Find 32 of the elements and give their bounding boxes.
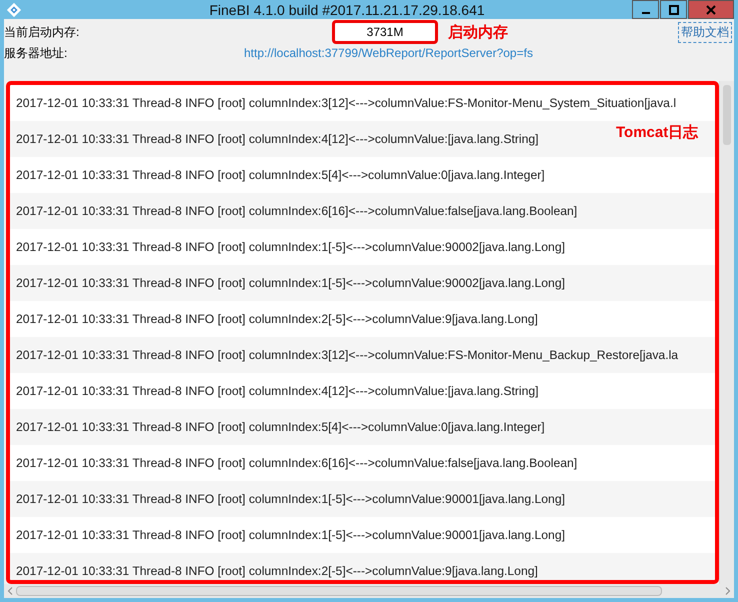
- log-line: 2017-12-01 10:33:31 Thread-8 INFO [root] columnIndex:3[12]<--->columnValue:FS-Monitor-Menu_System_Situation[java.l: [16, 96, 676, 110]
- annotation-label: 启动内存: [448, 22, 508, 42]
- vertical-scrollbar[interactable]: [719, 81, 734, 584]
- log-line: 2017-12-01 10:33:31 Thread-8 INFO [root] columnIndex:1[-5]<--->columnValue:90001[java.lang.Long]: [16, 528, 566, 542]
- window-title: FineBI 4.1.0 build #2017.11.21.17.29.18.641: [208, 2, 486, 18]
- log-line: 2017-12-01 10:33:31 Thread-8 INFO [root] columnIndex:1[-5]<--->columnValue:90002[java.lang.Long]: [16, 240, 566, 254]
- log-line: 2017-12-01 10:33:31 Thread-8 INFO [root] columnIndex:3[12]<--->columnValue:FS-Monitor-Menu_Backup_Restore[java.la: [16, 348, 678, 362]
- close-button[interactable]: [688, 0, 734, 19]
- server-label: 服务器地址:: [4, 44, 68, 62]
- log-line: 2017-12-01 10:33:31 Thread-8 INFO [root] columnIndex:6[16]<--->columnValue:false[java.lang.Boolean]: [16, 456, 578, 470]
- maximize-icon: [668, 4, 678, 14]
- log-line: 2017-12-01 10:33:31 Thread-8 INFO [root] columnIndex:6[16]<--->columnValue:false[java.lang.Boolean]: [16, 204, 578, 218]
- log-line: 2017-12-01 10:33:31 Thread-8 INFO [root] columnIndex:4[12]<--->columnValue:[java.lang.String]: [16, 132, 539, 146]
- close-icon: [706, 4, 716, 14]
- log-line: 2017-12-01 10:33:31 Thread-8 INFO [root] columnIndex:4[12]<--->columnValue:[java.lang.String]: [16, 384, 539, 398]
- help-docs-link[interactable]: 帮助文档: [678, 22, 732, 42]
- minimize-icon: [642, 12, 650, 14]
- memory-label: 当前启动内存:: [4, 24, 80, 40]
- log-line: 2017-12-01 10:33:31 Thread-8 INFO [root] columnIndex:2[-5]<--->columnValue:9[java.lang.Long]: [16, 312, 538, 326]
- log-line: 2017-12-01 10:33:31 Thread-8 INFO [root] columnIndex:1[-5]<--->columnValue:90002[java.lang.Long]: [16, 276, 566, 290]
- scroll-right-icon[interactable]: [725, 587, 731, 595]
- log-line: 2017-12-01 10:33:31 Thread-8 INFO [root] columnIndex:5[4]<--->columnValue:0[java.lang.Integer]: [16, 168, 545, 182]
- maximize-button[interactable]: [660, 0, 687, 19]
- log-line: 2017-12-01 10:33:31 Thread-8 INFO [root] columnIndex:2[-5]<--->columnValue:9[java.lang.Long]: [16, 564, 538, 578]
- minimize-button[interactable]: [632, 0, 659, 19]
- log-line: 2017-12-01 10:33:31 Thread-8 INFO [root] columnIndex:5[4]<--->columnValue:0[java.lang.Integer]: [16, 420, 545, 434]
- server-url-link[interactable]: http://localhost:37799/WebReport/ReportServer?op=fs: [244, 46, 533, 60]
- memory-value: 3731M: [332, 20, 438, 44]
- scroll-left-icon[interactable]: [7, 587, 13, 595]
- annotation-label: Tomcat日志: [616, 123, 698, 142]
- horizontal-scrollbar[interactable]: [4, 584, 734, 598]
- log-line: 2017-12-01 10:33:31 Thread-8 INFO [root] columnIndex:1[-5]<--->columnValue:90001[java.lang.Long]: [16, 492, 566, 506]
